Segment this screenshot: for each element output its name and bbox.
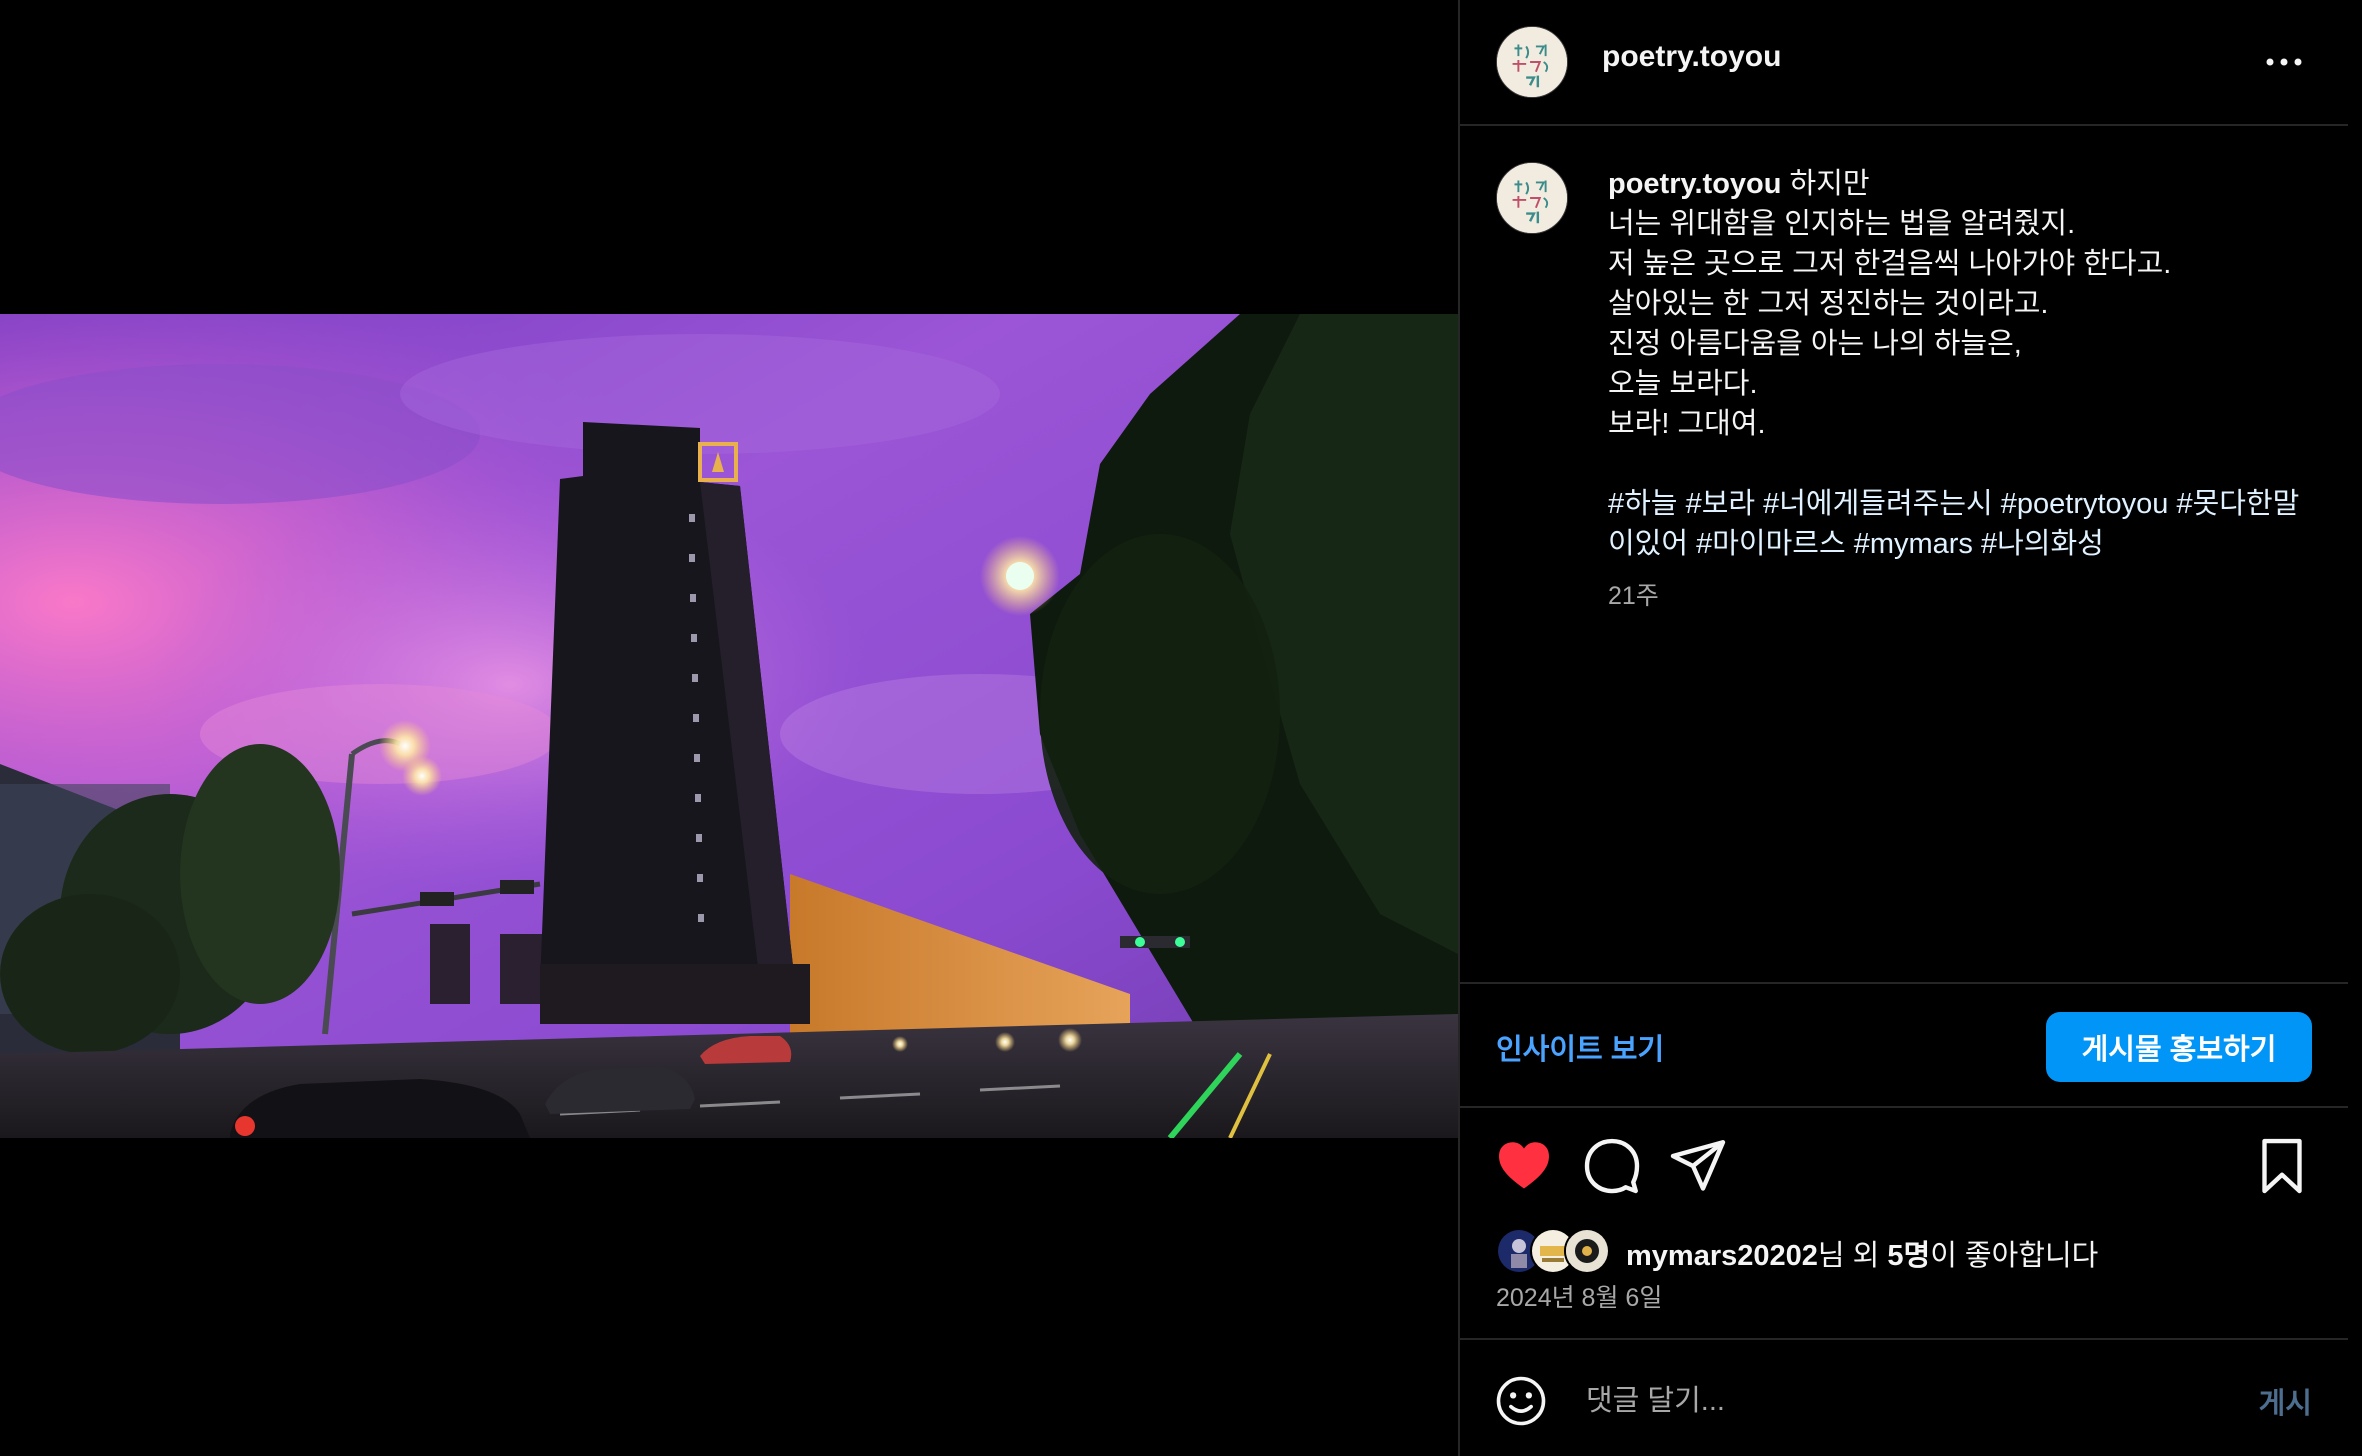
likes-others-count[interactable]: 5명 xyxy=(1887,1240,1930,1272)
caption-line: 진정 아름다움을 아는 나의 하늘은, xyxy=(1608,328,2022,360)
caption-avatar[interactable] xyxy=(1496,162,1568,234)
bookmark-icon[interactable] xyxy=(2252,1136,2312,1196)
media-pane xyxy=(0,0,1458,1456)
promote-post-button[interactable]: 게시물 홍보하기 xyxy=(2046,1012,2312,1082)
hashtag-link[interactable]: #하늘 xyxy=(1608,488,1678,520)
post-header: poetry.toyou xyxy=(1460,0,2348,126)
post-side-panel: poetry.toyou poetry.toyou 하지만 너는 위대함을 인지… xyxy=(1458,0,2348,1456)
likes-suffix: 이 좋아합니다 xyxy=(1930,1240,2099,1272)
caption-line: 보라! 그대여. xyxy=(1608,408,1766,440)
liker-avatar xyxy=(1564,1228,1610,1274)
post-actions: mymars20202님 외 5명이 좋아합니다 2024년 8월 6일 xyxy=(1460,1108,2348,1338)
liker-username[interactable]: mymars20202 xyxy=(1626,1240,1818,1272)
caption-username[interactable]: poetry.toyou xyxy=(1608,168,1781,200)
caption-line: 하지만 xyxy=(1789,168,1870,200)
profile-avatar[interactable] xyxy=(1496,26,1568,98)
post-photo[interactable] xyxy=(0,314,1458,1138)
hashtag-link[interactable]: #너에게들려주는시 xyxy=(1763,488,1993,520)
caption-line: 저 높은 곳으로 그저 한걸음씩 나아가야 한다고. xyxy=(1608,248,2172,280)
emoji-icon[interactable] xyxy=(1494,1374,1548,1428)
hashtag-link[interactable]: #보라 xyxy=(1686,488,1756,520)
hashtag-link[interactable]: #poetrytoyou xyxy=(2001,488,2169,520)
instagram-post-view: poetry.toyou poetry.toyou 하지만 너는 위대함을 인지… xyxy=(0,0,2362,1456)
post-comment-button[interactable]: 게시 xyxy=(2259,1380,2312,1422)
comment-icon[interactable] xyxy=(1582,1136,1642,1196)
heart-filled-icon[interactable] xyxy=(1494,1136,1554,1196)
hashtag-link[interactable]: #mymars xyxy=(1854,528,1973,560)
view-insights-link[interactable]: 인사이트 보기 xyxy=(1496,1026,1664,1068)
post-date[interactable]: 2024년 8월 6일 xyxy=(1496,1278,1662,1314)
right-gutter xyxy=(2348,0,2362,1456)
caption-line: 오늘 보라다. xyxy=(1608,368,1758,400)
caption-line: 너는 위대함을 인지하는 법을 알려줬지. xyxy=(1608,208,2076,240)
hashtag-link[interactable]: #나의화성 xyxy=(1981,528,2104,560)
caption-text: poetry.toyou 하지만 너는 위대함을 인지하는 법을 알려줬지. 저… xyxy=(1608,164,2308,564)
likes-suffix: 님 외 xyxy=(1817,1240,1888,1272)
caption-area: poetry.toyou 하지만 너는 위대함을 인지하는 법을 알려줬지. 저… xyxy=(1460,128,2348,982)
hashtag-link[interactable]: #마이마르스 xyxy=(1696,528,1846,560)
comment-input[interactable] xyxy=(1584,1370,2208,1432)
header-username[interactable]: poetry.toyou xyxy=(1602,40,1781,74)
caption-line: 살아있는 한 그저 정진하는 것이라고. xyxy=(1608,288,2049,320)
likes-text: mymars20202님 외 5명이 좋아합니다 xyxy=(1626,1232,2098,1274)
post-age[interactable]: 21주 xyxy=(1608,576,1659,612)
paper-plane-icon[interactable] xyxy=(1668,1136,1728,1196)
comment-box: 게시 xyxy=(1460,1338,2348,1456)
more-horizontal-icon[interactable] xyxy=(2262,44,2306,80)
liker-avatars[interactable] xyxy=(1496,1228,1610,1274)
insights-bar: 인사이트 보기 게시물 홍보하기 xyxy=(1460,982,2348,1108)
hashtag-list: #하늘 #보라 #너에게들려주는시 #poetrytoyou #못다한말이있어 … xyxy=(1608,488,2299,560)
